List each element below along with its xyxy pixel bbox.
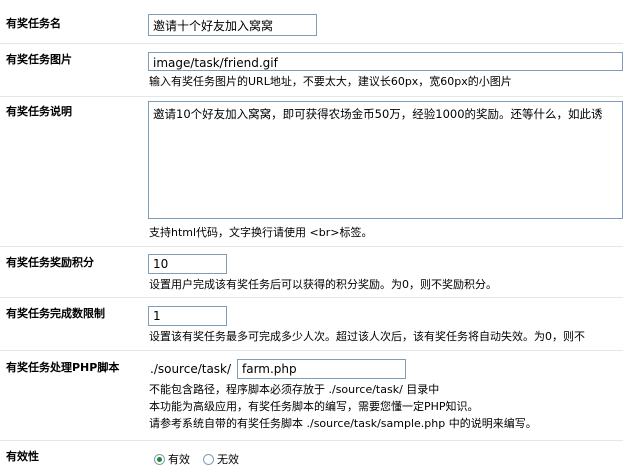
radio-valid-label: 有效 <box>168 453 190 466</box>
separator <box>0 297 623 298</box>
radio-valid-button[interactable] <box>154 453 165 465</box>
task-desc-label: 有奖任务说明 <box>6 105 72 118</box>
separator <box>0 246 623 247</box>
separator <box>0 350 623 351</box>
task-script-input[interactable] <box>237 359 406 379</box>
radio-valid-option[interactable]: 有效 <box>154 451 190 467</box>
task-limit-hint: 设置该有奖任务最多可完成多少人次。超过该人次后，该有奖任务将自动失效。为0，则不 <box>149 330 585 343</box>
separator <box>0 440 623 441</box>
task-script-hint-path: 不能包含路径，程序脚本必须存放于 ./source/task/ 目录中 <box>149 383 440 396</box>
task-image-label: 有奖任务图片 <box>6 53 72 66</box>
task-script-prefix: ./source/task/ <box>150 362 232 376</box>
separator <box>0 96 623 97</box>
task-name-input[interactable] <box>148 14 317 36</box>
task-script-hint-reference: 请参考系统自带的有奖任务脚本 ./source/task/sample.php … <box>149 417 537 430</box>
task-reward-hint: 设置用户完成该有奖任务后可以获得的积分奖励。为0，则不奖励积分。 <box>149 278 497 291</box>
task-valid-label: 有效性 <box>6 450 39 463</box>
task-script-label: 有奖任务处理PHP脚本 <box>6 361 120 374</box>
task-desc-hint: 支持html代码，文字换行请使用 <br>标签。 <box>149 226 373 239</box>
radio-invalid-label: 无效 <box>217 453 239 466</box>
task-image-input[interactable] <box>148 52 623 71</box>
task-image-hint: 输入有奖任务图片的URL地址，不要太大，建议长60px，宽60px的小图片 <box>149 75 512 88</box>
task-limit-label: 有奖任务完成数限制 <box>6 307 105 320</box>
radio-invalid-option[interactable]: 无效 <box>203 451 239 467</box>
task-script-hint-advanced: 本功能为高级应用，有奖任务脚本的编写，需要您懂一定PHP知识。 <box>149 400 479 413</box>
task-reward-input[interactable] <box>148 254 227 274</box>
task-desc-textarea[interactable]: 邀请10个好友加入窝窝，即可获得农场金币50万，经验1000的奖励。还等什么，如… <box>148 101 623 219</box>
separator <box>0 43 623 44</box>
radio-invalid-button[interactable] <box>203 453 214 465</box>
task-reward-label: 有奖任务奖励积分 <box>6 256 94 269</box>
task-limit-input[interactable] <box>148 306 227 326</box>
task-name-label: 有奖任务名 <box>6 17 61 30</box>
